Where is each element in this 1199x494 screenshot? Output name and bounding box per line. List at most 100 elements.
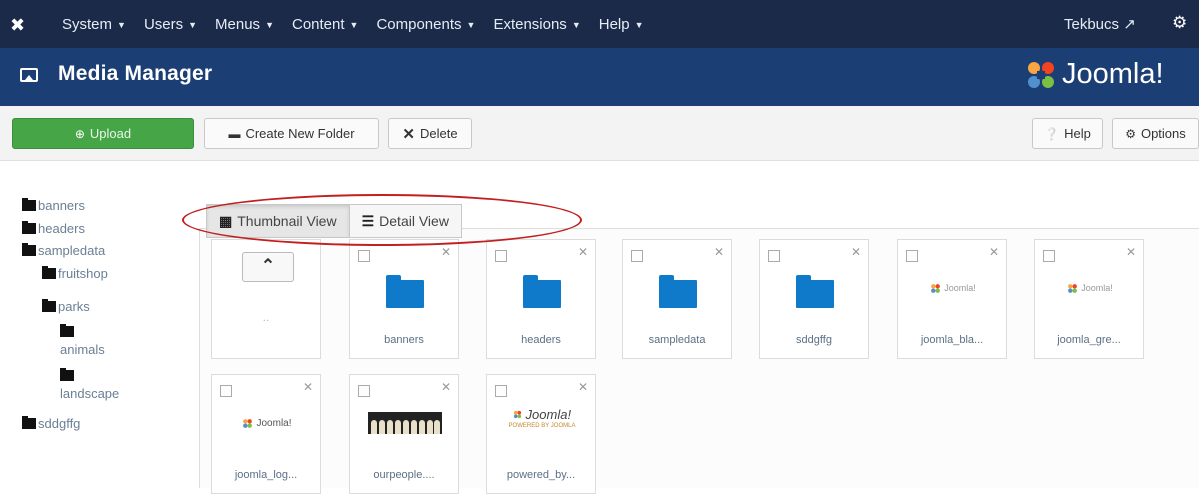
upload-label: Upload (89, 126, 132, 141)
select-checkbox[interactable] (220, 385, 232, 397)
tile-caption: headers (521, 334, 561, 346)
tree-label: sddgffg (38, 416, 81, 431)
gear-icon: ⚙ (1125, 126, 1136, 141)
joomla-logo-icon (513, 410, 522, 419)
tree-label: headers (38, 221, 85, 236)
chevron-up-icon[interactable]: ⌃ (242, 252, 294, 282)
select-checkbox[interactable] (768, 250, 780, 262)
menu-extensions-label: Extensions (493, 15, 567, 33)
tree-item-landscape[interactable] (60, 368, 76, 383)
close-icon: ✕ (402, 125, 415, 143)
page-title: Media Manager (58, 62, 213, 85)
question-circle-icon: ❔ (1044, 126, 1060, 141)
caret-down-icon: ▼ (634, 19, 644, 30)
upload-button[interactable]: ⊕ Upload (12, 118, 194, 149)
caret-down-icon: ▼ (571, 19, 581, 30)
caret-down-icon: ▼ (265, 19, 274, 30)
menu-help[interactable]: Help ▼ (599, 16, 644, 33)
create-folder-button[interactable]: ▬ Create New Folder (204, 118, 379, 149)
tile-caption: powered_by... (506, 469, 576, 481)
thumbnail-text: Joomla! (525, 407, 572, 422)
tree-label-landscape[interactable]: landscape (60, 386, 119, 401)
select-checkbox[interactable] (906, 250, 918, 262)
tile-caption: joomla_gre... (1057, 334, 1121, 346)
close-icon[interactable]: ✕ (578, 380, 588, 394)
folder-icon (60, 368, 74, 381)
joomla-menu-icon[interactable]: ✖ (10, 15, 30, 35)
up-label: .. (262, 310, 270, 324)
tree-item-animals[interactable] (60, 324, 76, 339)
close-icon[interactable]: ✕ (989, 245, 999, 259)
page-header: Media Manager Joomla! (0, 48, 1199, 106)
select-checkbox[interactable] (495, 385, 507, 397)
tile-image-ourpeople[interactable]: ✕ ourpeople.... (349, 374, 459, 494)
close-icon[interactable]: ✕ (851, 245, 861, 259)
joomla-logo-icon (243, 418, 253, 428)
menu-users[interactable]: Users ▼ (144, 16, 197, 33)
select-checkbox[interactable] (631, 250, 643, 262)
delete-button[interactable]: ✕ Delete (388, 118, 472, 149)
tile-folder-sampledata[interactable]: ✕ sampledata (622, 239, 732, 359)
plus-circle-icon: ⊕ (74, 126, 85, 141)
tile-caption: sampledata (648, 334, 706, 346)
close-icon[interactable]: ✕ (441, 245, 451, 259)
tree-label: banners (38, 198, 85, 213)
close-icon[interactable]: ✕ (578, 245, 588, 259)
tile-folder-headers[interactable]: ✕ headers (486, 239, 596, 359)
menu-system[interactable]: System ▼ (62, 16, 126, 33)
tree-label: parks (58, 299, 90, 314)
menu-content[interactable]: Content ▼ (292, 16, 358, 33)
options-button[interactable]: ⚙ Options (1112, 118, 1199, 149)
thumbnail-subtext: POWERED BY JOOMLA (508, 423, 576, 429)
highlight-ellipse (182, 194, 582, 246)
tile-image-joomla-bla[interactable]: ✕ Joomla! joomla_bla... (897, 239, 1007, 359)
menu-components[interactable]: Components ▼ (376, 16, 475, 33)
folder-icon (22, 416, 36, 429)
gear-icon[interactable]: ⚙ (1172, 13, 1187, 33)
tile-image-powered-by[interactable]: ✕ Joomla! POWERED BY JOOMLA powered_by..… (486, 374, 596, 494)
tree-item-sddgffg[interactable]: sddgffg (22, 416, 80, 431)
tile-folder-banners[interactable]: ✕ banners (349, 239, 459, 359)
site-link[interactable]: Tekbucs ↗ (1064, 15, 1136, 33)
select-checkbox[interactable] (495, 250, 507, 262)
close-icon[interactable]: ✕ (303, 380, 313, 394)
select-checkbox[interactable] (1043, 250, 1055, 262)
help-button[interactable]: ❔ Help (1032, 118, 1103, 149)
menu-content-label: Content (291, 15, 345, 33)
folder-icon (386, 275, 424, 308)
media-grid: ⌃ .. ✕ banners ✕ headers ✕ sampledata ✕ … (199, 228, 1199, 494)
joomla-brand: Joomla! (1062, 58, 1164, 90)
folder-icon (42, 299, 56, 312)
tile-image-joomla-gre[interactable]: ✕ Joomla! joomla_gre... (1034, 239, 1144, 359)
tree-item-parks[interactable]: parks (42, 299, 90, 314)
folder-icon (796, 275, 834, 308)
folder-icon (22, 221, 36, 234)
tile-image-joomla-log[interactable]: ✕ Joomla! joomla_log... (211, 374, 321, 494)
people-photo-thumbnail (368, 412, 442, 434)
tree-label-animals[interactable]: animals (60, 342, 105, 357)
tree-item-sampledata[interactable]: sampledata (22, 243, 105, 258)
tile-folder-sddgffg[interactable]: ✕ sddgffg (759, 239, 869, 359)
tile-caption: banners (384, 334, 424, 346)
select-checkbox[interactable] (358, 385, 370, 397)
folder-icon (659, 275, 697, 308)
menu-extensions[interactable]: Extensions ▼ (493, 16, 580, 33)
tree-label: sampledata (38, 243, 106, 258)
tree-item-banners[interactable]: banners (22, 198, 85, 213)
media-icon (20, 68, 38, 82)
tree-item-fruitshop[interactable]: fruitshop (42, 266, 108, 281)
caret-down-icon: ▼ (117, 19, 126, 30)
tree-item-headers[interactable]: headers (22, 221, 85, 236)
tile-up-folder[interactable]: ⌃ .. (211, 239, 321, 359)
menu-help-label: Help (598, 15, 630, 33)
thumbnail-text: Joomla! (1081, 283, 1113, 293)
close-icon[interactable]: ✕ (441, 380, 451, 394)
image-thumbnail: Joomla! (1055, 280, 1125, 296)
powered-by-thumbnail: Joomla! POWERED BY JOOMLA (497, 407, 587, 429)
folder-icon: ▬ (228, 126, 241, 141)
close-icon[interactable]: ✕ (1126, 245, 1136, 259)
select-checkbox[interactable] (358, 250, 370, 262)
close-icon[interactable]: ✕ (714, 245, 724, 259)
menu-system-label: System (62, 15, 113, 33)
menu-menus[interactable]: Menus ▼ (215, 16, 274, 33)
